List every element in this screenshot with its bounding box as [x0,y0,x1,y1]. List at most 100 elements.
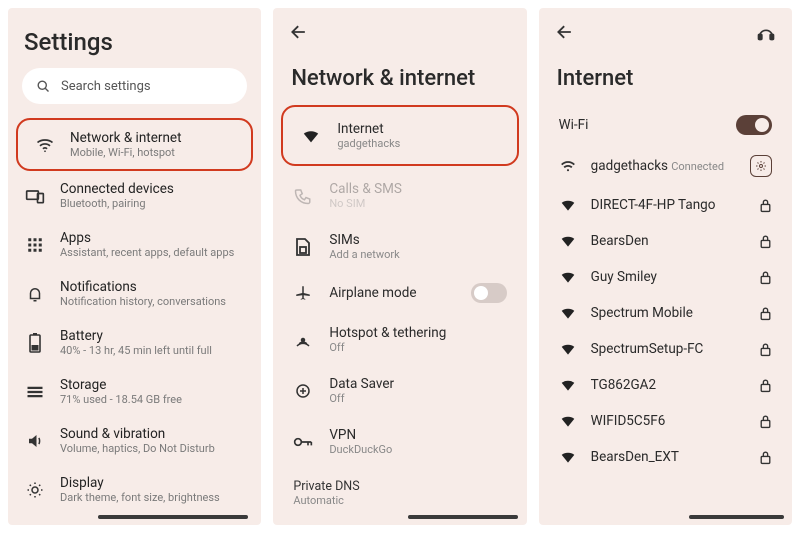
bell-icon [24,285,46,303]
sound-icon [24,432,46,450]
row-sub: Mobile, Wi-Fi, hotspot [70,146,181,159]
wifi-icon [559,234,577,248]
row-hotspot[interactable]: Hotspot & tethering Off [273,314,526,365]
search-placeholder: Search settings [61,79,151,94]
row-label: Airplane mode [329,285,454,301]
row-airplane-mode[interactable]: Airplane mode [273,272,526,314]
row-notifications[interactable]: Notifications Notification history, conv… [8,269,261,318]
row-label: Sound & vibration [60,426,215,442]
search-settings[interactable]: Search settings [22,68,247,104]
display-icon [24,481,46,499]
airplane-toggle[interactable] [471,283,507,303]
wifi-icon [559,342,577,356]
row-display[interactable]: Display Dark theme, font size, brightnes… [8,465,261,514]
wifi-toggle[interactable] [736,115,772,135]
lock-icon [759,234,772,249]
connected-network-row[interactable]: gadgethacks Connected [539,145,792,187]
wifi-icon [559,270,577,284]
network-row[interactable]: SpectrumSetup-FC [539,331,792,367]
network-ssid: BearsDen [591,233,745,249]
network-ssid: TG862GA2 [591,377,745,393]
row-sub: 71% used - 18.54 GB free [60,393,182,406]
row-sims[interactable]: SIMs Add a network [273,221,526,272]
lock-icon [759,198,772,213]
network-row[interactable]: TG862GA2 [539,367,792,403]
network-row[interactable]: BearsDen_EXT [539,439,792,475]
row-label: Apps [60,230,234,246]
lock-icon [759,378,772,393]
help-icon[interactable] [756,22,776,42]
network-ssid: SpectrumSetup-FC [591,341,745,357]
row-apps[interactable]: Apps Assistant, recent apps, default app… [8,220,261,269]
row-private-dns[interactable]: Private DNS Automatic [273,467,526,509]
row-label: Internet [337,121,498,137]
row-data-saver[interactable]: Data Saver Off [273,365,526,416]
network-ssid: Guy Smiley [591,269,745,285]
network-ssid: BearsDen_EXT [591,449,745,465]
row-label: Hotspot & tethering [329,325,506,341]
network-settings-button[interactable] [750,155,772,177]
wifi-label: Wi-Fi [559,117,722,133]
plane-icon [293,284,313,302]
internet-screen: Internet Wi-Fi gadgethacks Connected DIR… [539,8,792,525]
row-sound[interactable]: Sound & vibration Volume, haptics, Do No… [8,416,261,465]
lock-icon [759,414,772,429]
row-battery[interactable]: Battery 40% - 13 hr, 45 min left until f… [8,318,261,367]
page-title: Network & internet [273,42,526,105]
search-icon [36,79,51,94]
phone-icon [293,187,313,205]
network-row[interactable]: Spectrum Mobile [539,295,792,331]
connected-ssid: gadgethacks [591,158,668,174]
network-row[interactable]: WIFID5C5F6 [539,403,792,439]
row-storage[interactable]: Storage 71% used - 18.54 GB free [8,367,261,416]
row-label: Connected devices [60,181,174,197]
highlight-network-internet: Network & internet Mobile, Wi-Fi, hotspo… [16,118,253,171]
wifi-icon [559,414,577,428]
connected-status: Connected [671,160,724,173]
storage-icon [24,386,46,398]
row-label: Network & internet [70,130,181,146]
wifi-master-row[interactable]: Wi-Fi [539,105,792,145]
private-dns-value: Automatic [293,494,506,507]
hotspot-icon [293,331,313,349]
row-sub: 40% - 13 hr, 45 min left until full [60,344,212,357]
row-sub: Volume, haptics, Do Not Disturb [60,442,215,455]
lock-icon [759,342,772,357]
network-row[interactable]: Guy Smiley [539,259,792,295]
row-internet[interactable]: Internet gadgethacks [291,115,508,156]
gesture-bar [408,515,518,519]
row-sub: Assistant, recent apps, default apps [60,246,234,259]
lock-icon [759,306,772,321]
wifi-solid-icon [301,128,321,144]
row-sub: Off [329,392,506,405]
row-network-internet[interactable]: Network & internet Mobile, Wi-Fi, hotspo… [26,128,243,161]
apps-icon [24,236,46,254]
devices-icon [24,186,46,206]
sim-icon [293,237,313,257]
battery-icon [24,333,46,353]
page-title: Settings [8,8,261,68]
wifi-icon [559,198,577,212]
wifi-icon [559,378,577,392]
row-label: Display [60,475,220,491]
row-label: Data Saver [329,376,506,392]
row-label: VPN [329,427,506,443]
row-connected-devices[interactable]: Connected devices Bluetooth, pairing [8,171,261,220]
network-row[interactable]: DIRECT-4F-HP Tango [539,187,792,223]
network-ssid: Spectrum Mobile [591,305,745,321]
highlight-internet: Internet gadgethacks [281,105,518,166]
network-internet-screen: Network & internet Internet gadgethacks … [273,8,526,525]
row-calls-sms: Calls & SMS No SIM [273,170,526,221]
network-ssid: WIFID5C5F6 [591,413,745,429]
settings-screen: Settings Search settings Network & inter… [8,8,261,525]
gesture-bar [98,515,248,519]
row-label: Notifications [60,279,226,295]
network-row[interactable]: BearsDen [539,223,792,259]
page-title: Internet [539,42,792,105]
back-button[interactable] [555,22,575,42]
back-button[interactable] [289,22,309,42]
row-sub: Notification history, conversations [60,295,226,308]
row-sub: Bluetooth, pairing [60,197,174,210]
row-vpn[interactable]: VPN DuckDuckGo [273,416,526,467]
lock-icon [759,450,772,465]
